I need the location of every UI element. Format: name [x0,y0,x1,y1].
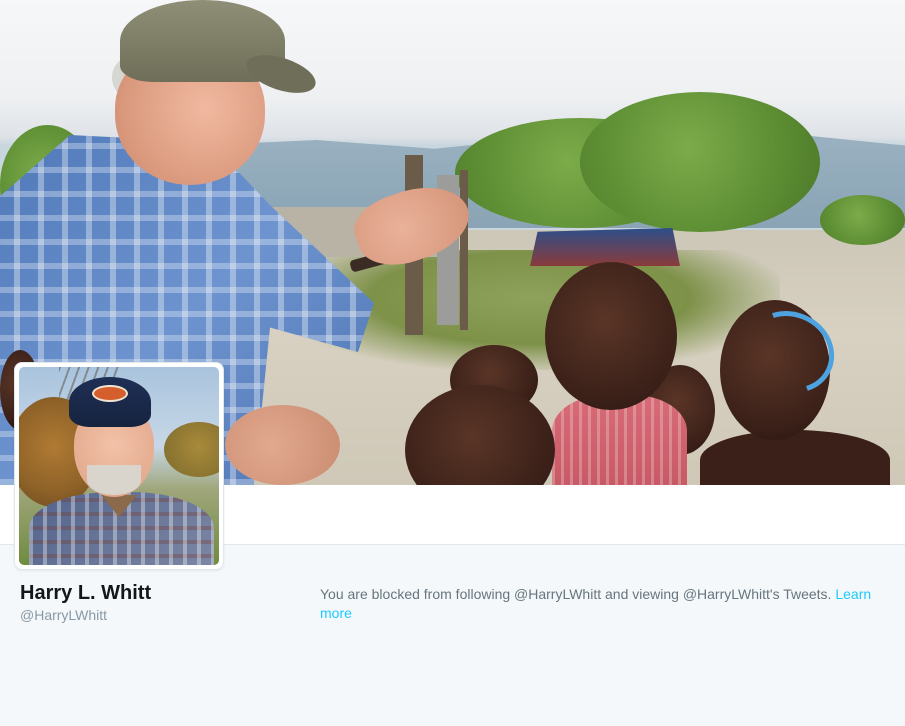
avatar-beard [87,465,141,495]
profile-handle: @HarryLWhitt [20,607,108,623]
avatar-cap-logo [92,385,128,402]
header-photo-tarp [530,228,680,266]
blocked-notice-text: You are blocked from following @HarryLWh… [320,586,836,602]
avatar-image [19,367,219,565]
header-photo-man-hand [225,405,340,485]
profile-avatar[interactable] [14,362,224,570]
header-photo-child [545,262,677,410]
profile-name-link[interactable]: Harry L. Whitt [20,582,151,605]
header-photo-post [460,170,468,330]
header-photo-tree [580,92,820,232]
header-photo-child-body [700,430,890,485]
header-photo-tree [820,195,905,245]
avatar-tree [164,422,219,477]
profile-canvas [0,544,905,726]
blocked-notice: You are blocked from following @HarryLWh… [320,585,895,623]
